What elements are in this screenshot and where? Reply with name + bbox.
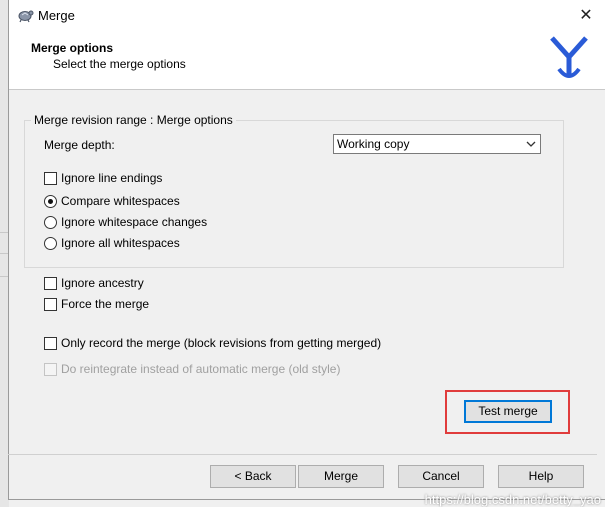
tortoise-icon: [18, 10, 34, 23]
merge-button[interactable]: Merge: [298, 465, 384, 488]
close-icon: ✕: [579, 7, 593, 24]
checkbox-box: [44, 276, 57, 290]
watermark-text: https://blog.csdn.net/betty_yao: [424, 492, 601, 507]
ignore-whitespace-changes-radio[interactable]: Ignore whitespace changes: [44, 215, 207, 229]
close-button[interactable]: ✕: [567, 0, 605, 31]
title-bar: Merge ✕: [9, 0, 605, 31]
group-legend: Merge revision range : Merge options: [31, 113, 236, 127]
radio-unselected: [44, 215, 57, 229]
checkbox-box: [44, 297, 57, 311]
force-merge-checkbox[interactable]: Force the merge: [44, 297, 149, 311]
only-record-merge-label: Only record the merge (block revisions f…: [61, 336, 382, 350]
ignore-ancestry-checkbox[interactable]: Ignore ancestry: [44, 276, 144, 290]
radio-unselected: [44, 236, 57, 250]
merge-depth-dropdown[interactable]: Working copy: [333, 134, 541, 154]
header-subtitle: Select the merge options: [53, 57, 186, 71]
window-title: Merge: [38, 8, 75, 23]
ignore-ancestry-label: Ignore ancestry: [61, 276, 144, 290]
merge-depth-label: Merge depth:: [44, 138, 115, 152]
ignore-all-whitespaces-radio[interactable]: Ignore all whitespaces: [44, 236, 180, 250]
footer-divider: [8, 454, 597, 455]
force-merge-label: Force the merge: [61, 297, 150, 311]
ignore-whitespace-changes-label: Ignore whitespace changes: [61, 215, 208, 229]
compare-whitespaces-label: Compare whitespaces: [61, 194, 180, 208]
wizard-header: Merge options Select the merge options: [9, 31, 605, 90]
only-record-merge-checkbox[interactable]: Only record the merge (block revisions f…: [44, 336, 381, 350]
back-button[interactable]: < Back: [210, 465, 296, 488]
ignore-all-whitespaces-label: Ignore all whitespaces: [61, 236, 180, 250]
cancel-button[interactable]: Cancel: [398, 465, 484, 488]
radio-selected: [44, 194, 57, 208]
annotation-highlight-box: [445, 390, 570, 434]
checkbox-box: [44, 362, 57, 376]
do-reintegrate-label: Do reintegrate instead of automatic merg…: [61, 362, 341, 376]
header-title: Merge options: [31, 41, 114, 55]
do-reintegrate-checkbox: Do reintegrate instead of automatic merg…: [44, 362, 340, 376]
compare-whitespaces-radio[interactable]: Compare whitespaces: [44, 194, 180, 208]
merge-depth-value: Working copy: [337, 137, 410, 151]
merge-arrow-icon: [550, 36, 588, 78]
ignore-line-endings-checkbox[interactable]: Ignore line endings: [44, 171, 162, 185]
checkbox-box: [44, 171, 57, 185]
chevron-down-icon: [526, 141, 536, 147]
help-button[interactable]: Help: [498, 465, 584, 488]
ignore-line-endings-label: Ignore line endings: [61, 171, 163, 185]
checkbox-box: [44, 336, 57, 350]
